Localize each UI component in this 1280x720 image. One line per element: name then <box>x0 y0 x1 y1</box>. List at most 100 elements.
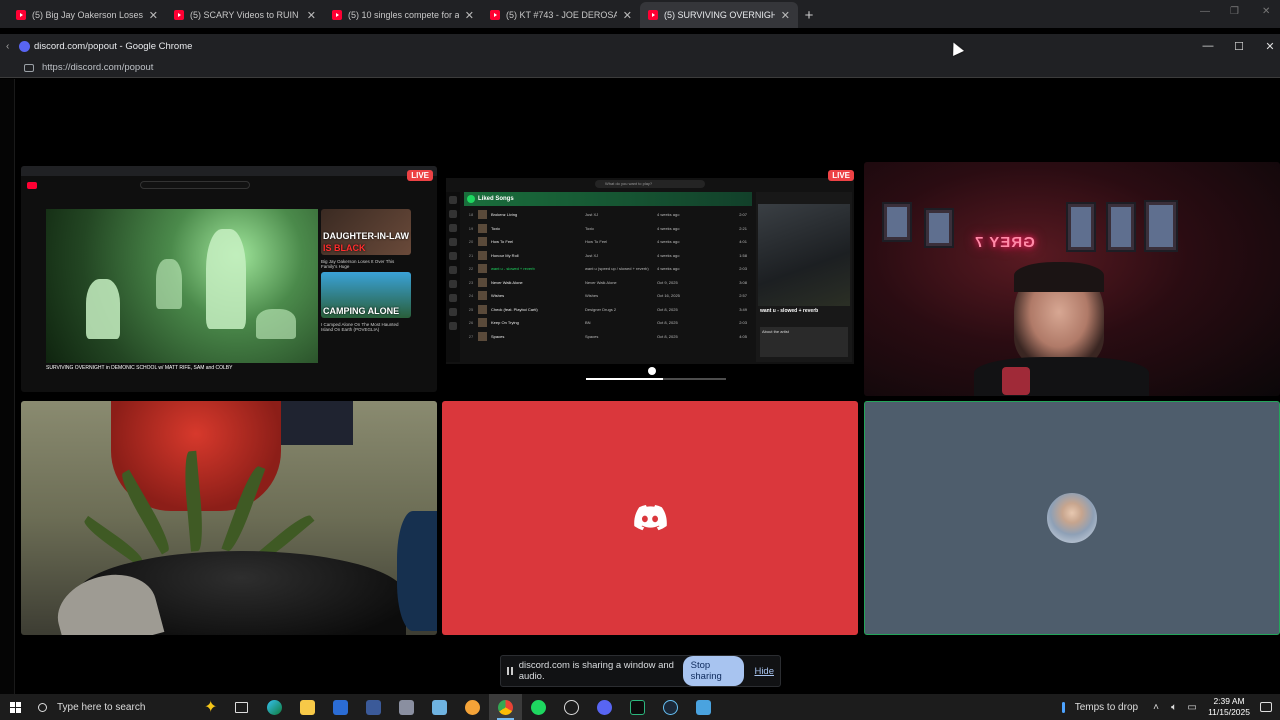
popout-minimize-icon[interactable]: — <box>1192 34 1224 58</box>
red-lamp <box>1002 367 1030 395</box>
taskbar-app-14[interactable] <box>687 694 720 720</box>
maximize-icon[interactable]: ❐ <box>1230 6 1239 17</box>
close-tab-icon[interactable]: ✕ <box>781 9 790 22</box>
taskbar-app-word[interactable] <box>324 694 357 720</box>
track-art <box>478 237 487 247</box>
discord-logo-icon <box>634 505 667 531</box>
taskbar-app-explorer[interactable] <box>291 694 324 720</box>
tab-label: (5) SURVIVING OVERNIGHT in D <box>664 10 775 20</box>
recommendations-list: DAUGHTER-IN-LAW IS BLACK Big Jay Oakerso… <box>321 209 411 335</box>
track-number: 26 <box>468 320 474 326</box>
taskbar-app-calculator[interactable] <box>357 694 390 720</box>
video-player <box>46 209 318 363</box>
new-tab-button[interactable]: + <box>798 2 820 28</box>
document-app-icon <box>333 699 349 715</box>
track-row: 26 Keep On Trying BN Oct 8, 2025 2:03 <box>464 316 752 330</box>
youtube-header <box>21 176 437 194</box>
track-album: want u (speed up / slowed + reverb) <box>585 266 649 272</box>
browser-tab-active[interactable]: (5) SURVIVING OVERNIGHT in D ✕ <box>640 2 798 28</box>
chevron-up-icon[interactable]: ˄ <box>1148 702 1164 713</box>
popout-maximize-icon[interactable]: ☐ <box>1223 34 1255 58</box>
taskbar-app-10[interactable] <box>555 694 588 720</box>
video-tile-camera[interactable] <box>21 401 437 635</box>
close-tab-icon[interactable]: ✕ <box>623 9 632 22</box>
track-list: 18 Brokenz Living Just XJ 4 weeks ago 2:07 19… <box>464 208 752 343</box>
close-tab-icon[interactable]: ✕ <box>307 9 316 22</box>
popout-window-title: discord.com/popout - Google Chrome <box>34 40 193 52</box>
taskbar-app-spotify[interactable] <box>522 694 555 720</box>
edge-icon <box>267 699 283 715</box>
track-row: 22 want u - slowed + reverb want u (speed … <box>464 262 752 276</box>
taskbar-app-5[interactable] <box>390 694 423 720</box>
spotify-top-bar: What do you want to play? <box>446 178 854 190</box>
weather-widget[interactable]: Temps to drop <box>1061 701 1138 713</box>
back-arrow-icon[interactable]: ‹ <box>6 41 9 52</box>
player-bar <box>446 364 854 384</box>
search-highlight-icon[interactable]: ✦ <box>204 697 217 717</box>
track-album: Never Walk Alone <box>585 279 617 285</box>
track-date-added: Oct 8, 2025 <box>657 320 678 326</box>
track-date-added: 4 weeks ago <box>657 266 680 272</box>
taskbar-app-steam[interactable] <box>654 694 687 720</box>
browser-tab[interactable]: (5) Big Jay Oakerson Loses It O ✕ <box>8 2 166 28</box>
popout-close-icon[interactable]: ✕ <box>1254 34 1280 58</box>
clock-time: 2:39 AM <box>1213 696 1245 706</box>
notifications-icon[interactable] <box>1260 702 1272 712</box>
track-duration: 2:03 <box>739 266 747 272</box>
taskbar-app-7[interactable] <box>456 694 489 720</box>
track-name: want u - slowed + reverb <box>491 266 535 272</box>
volume-icon[interactable]: 🔈︎ <box>1166 702 1182 713</box>
minimize-icon[interactable]: — <box>1200 6 1210 17</box>
wall-frame <box>1066 202 1096 252</box>
close-tab-icon[interactable]: ✕ <box>465 9 474 22</box>
spotify-icon <box>531 699 547 715</box>
taskbar-clock[interactable]: 2:39 AM 11/15/2025 <box>1208 696 1250 718</box>
browser-tab[interactable]: (5) KT #743 - JOE DEROSA + LU ✕ <box>482 2 640 28</box>
thumb-text: DAUGHTER-IN-LAW <box>323 231 409 241</box>
track-art <box>478 304 487 314</box>
taskbar-app-chrome[interactable] <box>489 694 523 720</box>
app-icon <box>564 699 580 715</box>
person-hair <box>1014 262 1104 292</box>
track-art <box>478 318 487 328</box>
site-info-icon[interactable] <box>24 63 34 72</box>
taskbar-app-6[interactable] <box>423 694 456 720</box>
stream-tile-youtube[interactable]: SURVIVING OVERNIGHT in DEMONIC SCHOOL w/… <box>21 166 437 392</box>
track-name: Brokenz Living <box>491 212 518 218</box>
browser-tab[interactable]: (5) SCARY Videos to RUIN Your ✕ <box>166 2 324 28</box>
folder-icon <box>300 699 316 715</box>
network-icon[interactable]: ▭ <box>1184 702 1200 713</box>
taskbar-search[interactable]: Type here to search <box>30 694 198 720</box>
taskbar-app-edge[interactable] <box>258 694 291 720</box>
video-tile-discord-placeholder[interactable] <box>442 401 858 635</box>
track-number: 21 <box>468 252 474 258</box>
taskbar-app-12[interactable] <box>621 694 654 720</box>
stream-tile-spotify[interactable]: What do you want to play? Liked Songs 18… <box>442 166 858 392</box>
address-bar[interactable]: https://discord.com/popout <box>0 58 1280 78</box>
start-button[interactable] <box>0 694 30 720</box>
stop-sharing-button[interactable]: Stop sharing <box>682 656 745 686</box>
close-tab-icon[interactable]: ✕ <box>149 9 158 22</box>
task-view-button[interactable] <box>225 694 258 720</box>
track-number: 22 <box>468 266 474 272</box>
user-avatar <box>1045 491 1099 545</box>
track-name: Honour My Roll <box>491 252 519 258</box>
track-number: 23 <box>468 279 474 285</box>
track-row: 25 Check (feat. Playboi Carti) Designer Dr… <box>464 303 752 317</box>
track-album: Just XJ <box>585 212 599 218</box>
track-album: Toxic <box>585 225 595 231</box>
track-row: 27 Spaces Spaces Oct 8, 2025 4:05 <box>464 330 752 344</box>
playback-progress <box>586 378 726 380</box>
taskbar-app-discord[interactable] <box>588 694 621 720</box>
close-icon[interactable]: ✕ <box>1262 6 1270 17</box>
hide-link[interactable]: Hide <box>754 666 774 677</box>
track-date-added: 4 weeks ago <box>657 252 680 258</box>
app-icon <box>465 699 481 715</box>
video-tile-avatar[interactable] <box>864 401 1280 635</box>
taskbar-search-placeholder: Type here to search <box>57 701 146 713</box>
video-tile-webcam[interactable]: GREY 7 <box>864 162 1280 396</box>
track-row: 24 Wishes Wishes Oct 16, 2025 2:57 <box>464 289 752 303</box>
browser-tab[interactable]: (5) 10 singles compete for a firs ✕ <box>324 2 482 28</box>
track-name: Never Walk Alone <box>491 279 523 285</box>
track-row: 18 Brokenz Living Just XJ 4 weeks ago 2:07 <box>464 208 752 222</box>
